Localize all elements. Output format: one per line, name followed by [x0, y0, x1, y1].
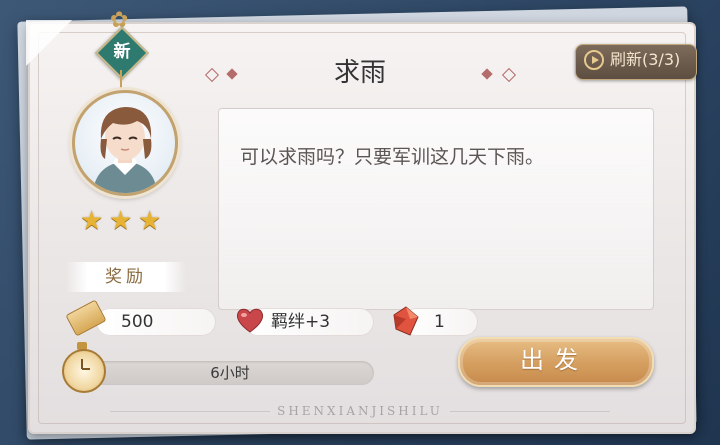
- quest-description: 可以求雨吗？只要军训这几天下雨。: [240, 146, 545, 168]
- duration-label: 6小时: [210, 364, 250, 382]
- stopwatch-icon: [62, 349, 106, 393]
- refresh-button-label: 刷新(3/3): [610, 50, 681, 69]
- quest-description-box: [218, 108, 654, 310]
- reward-gem-value: 1: [434, 312, 445, 332]
- watermark-line-right: [450, 411, 610, 412]
- reward-item-coin: [96, 308, 216, 336]
- star-icon-1: ★: [80, 206, 104, 236]
- character-avatar-icon: [93, 107, 157, 193]
- reward-bond-value: 羁绊+3: [271, 312, 331, 332]
- reward-label: 奖励: [105, 267, 147, 287]
- star-icon-2: ★: [109, 206, 133, 236]
- game-screen: { "badge": { "new": "新" }, "quest": { "t…: [0, 0, 720, 445]
- depart-button-label: 出发: [520, 346, 588, 374]
- watermark: SHENXIANJISHILU: [277, 404, 443, 418]
- heart-icon: [236, 308, 264, 333]
- star-icon-3: ★: [138, 206, 162, 236]
- character-portrait[interactable]: [72, 90, 178, 196]
- gem-icon: [393, 306, 419, 336]
- reward-coin-value: 500: [121, 312, 154, 332]
- play-icon: [584, 50, 604, 70]
